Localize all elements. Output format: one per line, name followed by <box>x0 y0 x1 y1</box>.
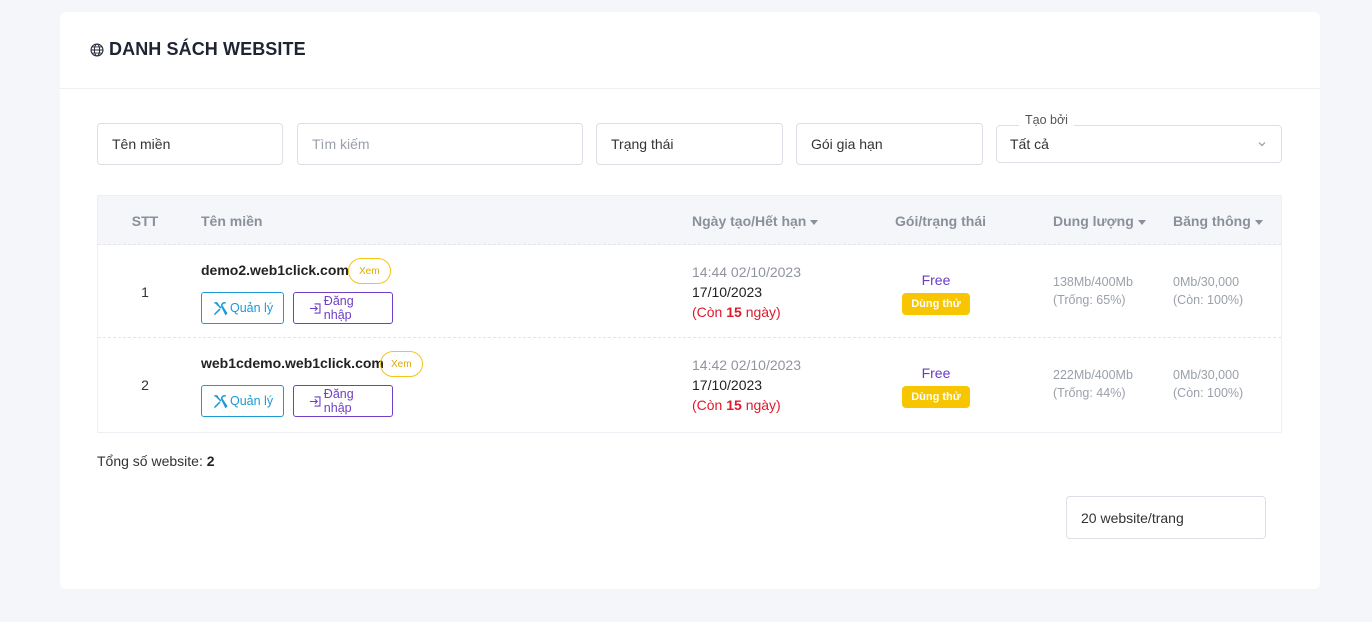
sort-caret-icon <box>1254 219 1263 225</box>
row-dates: 14:44 02/10/2023 17/10/2023 (Còn 15 ngày… <box>692 262 801 322</box>
view-button[interactable]: Xem <box>348 258 391 284</box>
website-list-card: DANH SÁCH WEBSITE Tên miền Tìm kiếm Trạn… <box>60 12 1320 589</box>
storage-used: 138Mb/400Mb <box>1053 275 1133 289</box>
domain-name: web1cdemo.web1click.com <box>201 355 384 371</box>
row-storage: 222Mb/400Mb (Trống: 44%) <box>1053 366 1133 402</box>
column-header-stt: STT <box>98 196 192 245</box>
created-date: 14:42 02/10/2023 <box>692 357 801 373</box>
row-stt: 2 <box>141 377 149 393</box>
table-row: 2 web1cdemo.web1click.com Xem Quản lý Đă… <box>98 338 1281 432</box>
total-value: 2 <box>206 453 215 469</box>
filter-bar: Tên miền Tìm kiếm Trạng thái Gói gia hạn… <box>97 113 1282 165</box>
package-name: Free <box>921 272 951 288</box>
bandwidth-left: (Còn: 100%) <box>1173 293 1244 307</box>
manage-button[interactable]: Quản lý <box>201 292 284 324</box>
login-icon <box>309 395 321 407</box>
created-date: 14:44 02/10/2023 <box>692 264 801 280</box>
expire-date: 17/10/2023 <box>692 377 763 393</box>
column-header-storage[interactable]: Dung lượng <box>1053 196 1146 245</box>
domain-filter-placeholder: Tên miền <box>112 136 171 152</box>
bandwidth-used: 0Mb/30,000 <box>1173 368 1240 382</box>
created-by-label: Tạo bởi <box>1019 113 1074 127</box>
row-bandwidth: 0Mb/30,000 (Còn: 100%) <box>1173 273 1243 309</box>
row-actions: Quản lý Đăng nhập <box>201 385 393 417</box>
login-button-label: Đăng nhập <box>323 294 354 322</box>
total-label: Tổng số website: <box>97 453 207 469</box>
column-header-dates-label: Ngày tạo/Hết hạn <box>692 212 807 229</box>
page-title: DANH SÁCH WEBSITE <box>90 39 306 60</box>
column-header-bandwidth[interactable]: Băng thông <box>1173 196 1263 245</box>
login-button[interactable]: Đăng nhập <box>293 385 393 417</box>
tools-icon <box>214 301 228 315</box>
website-table: STT Tên miền Ngày tạo/Hết hạn Gói/trạng … <box>97 195 1282 433</box>
login-icon <box>309 302 321 314</box>
page-size-select[interactable]: 20 website/trang <box>1066 496 1266 539</box>
page-title-text: DANH SÁCH WEBSITE <box>109 38 306 59</box>
domain-name: demo2.web1click.com <box>201 262 349 278</box>
column-header-storage-label: Dung lượng <box>1053 212 1134 229</box>
view-button[interactable]: Xem <box>380 351 423 377</box>
storage-used: 222Mb/400Mb <box>1053 368 1133 382</box>
status-filter-placeholder: Trạng thái <box>611 136 674 152</box>
card-header: DANH SÁCH WEBSITE <box>60 12 1320 89</box>
table-header: STT Tên miền Ngày tạo/Hết hạn Gói/trạng … <box>98 196 1281 245</box>
table-row: 1 demo2.web1click.com Xem Quản lý Đăng n… <box>98 245 1281 338</box>
row-domain: demo2.web1click.com Xem <box>201 258 391 284</box>
row-bandwidth: 0Mb/30,000 (Còn: 100%) <box>1173 366 1243 402</box>
search-input[interactable]: Tìm kiếm <box>297 123 583 165</box>
expire-date: 17/10/2023 <box>692 284 763 300</box>
package-name: Free <box>921 365 951 381</box>
column-header-dates[interactable]: Ngày tạo/Hết hạn <box>692 196 819 245</box>
manage-button-label: Quản lý <box>230 394 274 408</box>
page-size-value: 20 website/trang <box>1081 509 1184 526</box>
row-package: Free Dùng thử <box>894 364 978 408</box>
days-remaining: (Còn 15 ngày) <box>692 397 781 413</box>
row-domain: web1cdemo.web1click.com Xem <box>201 351 423 377</box>
chevron-down-icon <box>1258 142 1266 147</box>
row-storage: 138Mb/400Mb (Trống: 65%) <box>1053 273 1133 309</box>
package-filter-select[interactable]: Gói gia hạn <box>796 123 983 165</box>
row-stt: 1 <box>141 284 149 300</box>
login-button-label: Đăng nhập <box>323 387 354 415</box>
manage-button[interactable]: Quản lý <box>201 385 284 417</box>
domain-filter-input[interactable]: Tên miền <box>97 123 283 165</box>
total-websites: Tổng số website: 2 <box>97 453 215 469</box>
bandwidth-left: (Còn: 100%) <box>1173 386 1244 400</box>
column-header-domain: Tên miền <box>201 196 262 245</box>
created-by-value: Tất cả <box>1010 136 1049 152</box>
storage-free: (Trống: 44%) <box>1053 386 1126 400</box>
days-remaining: (Còn 15 ngày) <box>692 304 781 320</box>
column-header-bandwidth-label: Băng thông <box>1173 212 1251 229</box>
column-header-stt-label: STT <box>131 212 159 229</box>
column-header-package: Gói/trạng thái <box>895 196 986 245</box>
tools-icon <box>214 394 228 408</box>
bandwidth-used: 0Mb/30,000 <box>1173 275 1240 289</box>
sort-caret-icon <box>810 219 819 225</box>
created-by-select[interactable]: Tạo bởi Tất cả <box>996 113 1282 163</box>
status-filter-select[interactable]: Trạng thái <box>596 123 783 165</box>
status-badge: Dùng thử <box>902 386 970 408</box>
status-badge: Dùng thử <box>902 293 970 315</box>
package-filter-placeholder: Gói gia hạn <box>811 136 883 152</box>
search-placeholder: Tìm kiếm <box>312 136 370 152</box>
login-button[interactable]: Đăng nhập <box>293 292 393 324</box>
globe-icon <box>90 43 104 57</box>
column-header-domain-label: Tên miền <box>201 212 263 229</box>
row-package: Free Dùng thử <box>894 271 978 315</box>
manage-button-label: Quản lý <box>230 301 274 315</box>
row-actions: Quản lý Đăng nhập <box>201 292 393 324</box>
row-dates: 14:42 02/10/2023 17/10/2023 (Còn 15 ngày… <box>692 355 801 415</box>
storage-free: (Trống: 65%) <box>1053 293 1126 307</box>
column-header-package-label: Gói/trạng thái <box>895 212 986 229</box>
sort-caret-icon <box>1137 219 1146 225</box>
